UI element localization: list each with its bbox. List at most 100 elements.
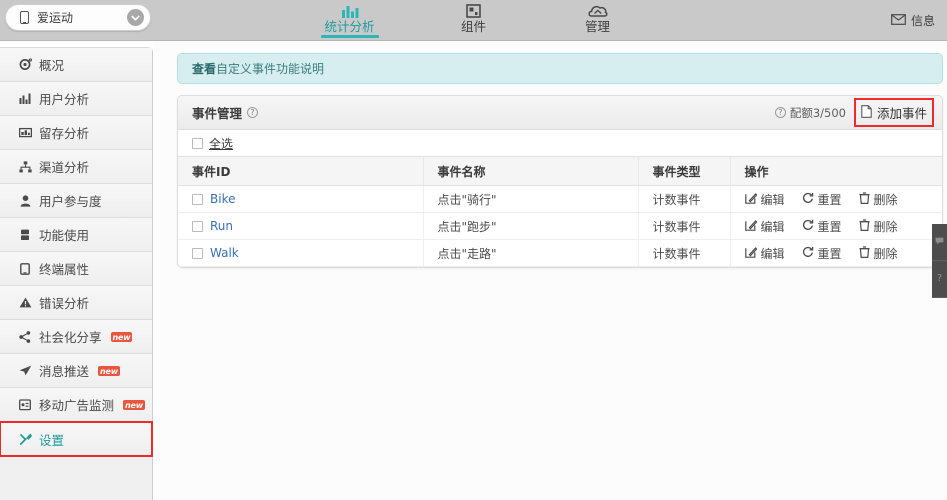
reset-action[interactable]: 重置 <box>802 218 842 235</box>
select-all-row[interactable]: 全选 <box>178 130 942 156</box>
add-event-button[interactable]: 添加事件 <box>861 103 927 122</box>
envelope-icon <box>891 13 906 28</box>
sidebar-item-device-attributes[interactable]: 终端属性 <box>0 252 152 286</box>
nav-item-label: 组件 <box>460 19 486 34</box>
reset-icon <box>802 192 814 207</box>
messages-label: 信息 <box>910 14 935 28</box>
reset-label: 重置 <box>817 192 842 207</box>
event-id-link[interactable]: Walk <box>210 246 239 260</box>
sidebar-item-user-analysis[interactable]: 用户分析 <box>0 82 152 116</box>
edit-action[interactable]: 编辑 <box>744 245 785 262</box>
event-id-link[interactable]: Run <box>210 219 233 233</box>
app-selector-label: 爱运动 <box>37 11 74 25</box>
reset-icon <box>802 219 814 234</box>
row-checkbox[interactable] <box>192 193 203 205</box>
reset-action[interactable]: 重置 <box>802 191 842 208</box>
sidebar-item-push-message[interactable]: 消息推送 new <box>0 354 152 388</box>
sidebar-item-engagement[interactable]: 用户参与度 <box>0 184 152 218</box>
cell-actions: 编辑 重置 删除 <box>729 212 942 240</box>
select-all-label: 全选 <box>209 136 234 151</box>
edit-icon <box>744 192 757 207</box>
edit-icon <box>744 246 757 261</box>
sidebar-item-label: 用户分析 <box>39 92 90 107</box>
sidebar-item-error-analysis[interactable]: 错误分析 <box>0 286 152 320</box>
question-tab[interactable]: ? <box>932 261 947 298</box>
nav-item-statistics[interactable]: 统计分析 <box>310 0 390 41</box>
reset-label: 重置 <box>817 219 842 234</box>
sidebar-item-label: 消息推送 <box>39 364 90 379</box>
nav-item-components[interactable]: 组件 <box>434 0 514 41</box>
sidebar-item-retention[interactable]: 留存分析 <box>0 116 152 150</box>
sidebar-item-ad-monitor[interactable]: 移动广告监测 new <box>0 388 152 422</box>
bar-chart-icon <box>18 93 32 104</box>
sidebar-item-label: 功能使用 <box>39 228 90 243</box>
new-badge: new <box>110 331 133 342</box>
sidebar-item-label: 错误分析 <box>39 296 90 311</box>
sidebar: 概况 用户分析 留存分析 渠道分析 用户参与度 功能使用 终端属性 错误分析 社… <box>0 47 153 500</box>
cell-event-name: 点击"走路" <box>422 239 638 267</box>
chevron-down-icon[interactable] <box>127 9 144 26</box>
event-id-link[interactable]: Bike <box>210 192 235 206</box>
app-selector[interactable]: 爱运动 <box>5 4 151 31</box>
row-checkbox[interactable] <box>192 220 203 232</box>
sidebar-item-label: 社会化分享 <box>39 330 102 345</box>
reset-label: 重置 <box>817 246 842 261</box>
table-row[interactable]: Bike 点击"骑行" 计数事件 编辑 重置 删除 <box>178 185 942 213</box>
column-header-event-id: 事件ID <box>178 156 423 186</box>
help-tabs: ? <box>932 224 947 298</box>
user-icon <box>18 194 32 207</box>
sidebar-item-label: 移动广告监测 <box>39 398 115 413</box>
events-table: 事件ID 事件名称 事件类型 操作 Bike 点击"骑行" 计数事件 编辑 重置… <box>178 156 942 267</box>
reset-action[interactable]: 重置 <box>802 245 842 262</box>
warning-icon <box>18 297 32 308</box>
sidebar-item-channel[interactable]: 渠道分析 <box>0 150 152 184</box>
sidebar-item-overview[interactable]: 概况 <box>0 48 152 82</box>
delete-action[interactable]: 删除 <box>859 245 898 262</box>
table-header-row: 事件ID 事件名称 事件类型 操作 <box>178 156 942 186</box>
server-icon <box>18 229 32 241</box>
sidebar-item-settings[interactable]: 设置 <box>0 421 153 457</box>
sidebar-item-label: 设置 <box>39 432 65 448</box>
widget-icon <box>466 3 481 19</box>
sidebar-item-label: 渠道分析 <box>39 160 90 175</box>
sidebar-item-social-share[interactable]: 社会化分享 new <box>0 320 152 354</box>
select-all-checkbox[interactable] <box>192 137 203 149</box>
nav-item-management[interactable]: 管理 <box>558 0 638 41</box>
column-header-actions: 操作 <box>729 156 942 186</box>
column-header-event-type: 事件类型 <box>637 156 730 186</box>
edit-label: 编辑 <box>760 246 785 261</box>
table-row[interactable]: Walk 点击"走路" 计数事件 编辑 重置 删除 <box>178 239 942 267</box>
sidebar-item-feature-usage[interactable]: 功能使用 <box>0 218 152 252</box>
info-banner[interactable]: 查看自定义事件功能说明 <box>177 53 943 84</box>
edit-action[interactable]: 编辑 <box>744 218 785 235</box>
top-bar: 爱运动 统计分析 组件 管理 信息 <box>0 0 947 41</box>
delete-action[interactable]: 删除 <box>859 218 898 235</box>
edit-label: 编辑 <box>760 192 785 207</box>
trash-icon <box>859 191 870 207</box>
cell-event-type: 计数事件 <box>637 212 730 240</box>
cell-event-name: 点击"跑步" <box>422 212 638 240</box>
row-checkbox[interactable] <box>192 247 203 259</box>
chat-tab[interactable] <box>932 224 947 261</box>
edit-action[interactable]: 编辑 <box>744 191 785 208</box>
sidebar-item-label: 终端属性 <box>39 262 90 277</box>
gear-icon <box>18 58 32 71</box>
question-icon[interactable]: ? <box>774 107 786 118</box>
question-icon[interactable]: ? <box>247 107 259 118</box>
add-event-label: 添加事件 <box>876 106 927 121</box>
phone-icon <box>20 11 29 24</box>
nav-item-label: 统计分析 <box>324 19 375 34</box>
new-badge: new <box>123 399 145 410</box>
device-icon <box>18 262 32 275</box>
messages-button[interactable]: 信息 <box>891 12 935 29</box>
table-row[interactable]: Run 点击"跑步" 计数事件 编辑 重置 删除 <box>178 212 942 240</box>
nav-item-label: 管理 <box>584 19 610 34</box>
cell-actions: 编辑 重置 删除 <box>729 185 942 213</box>
tools-icon <box>18 433 32 446</box>
cell-event-id: Run <box>178 212 423 240</box>
content-area: 查看自定义事件功能说明 事件管理 ? ? 配额3/500 添加事件 全选 事件I… <box>154 41 947 500</box>
cell-event-name: 点击"骑行" <box>422 185 638 213</box>
delete-action[interactable]: 删除 <box>859 191 898 208</box>
sidebar-item-label: 留存分析 <box>39 126 90 141</box>
cell-event-id: Walk <box>178 239 423 267</box>
